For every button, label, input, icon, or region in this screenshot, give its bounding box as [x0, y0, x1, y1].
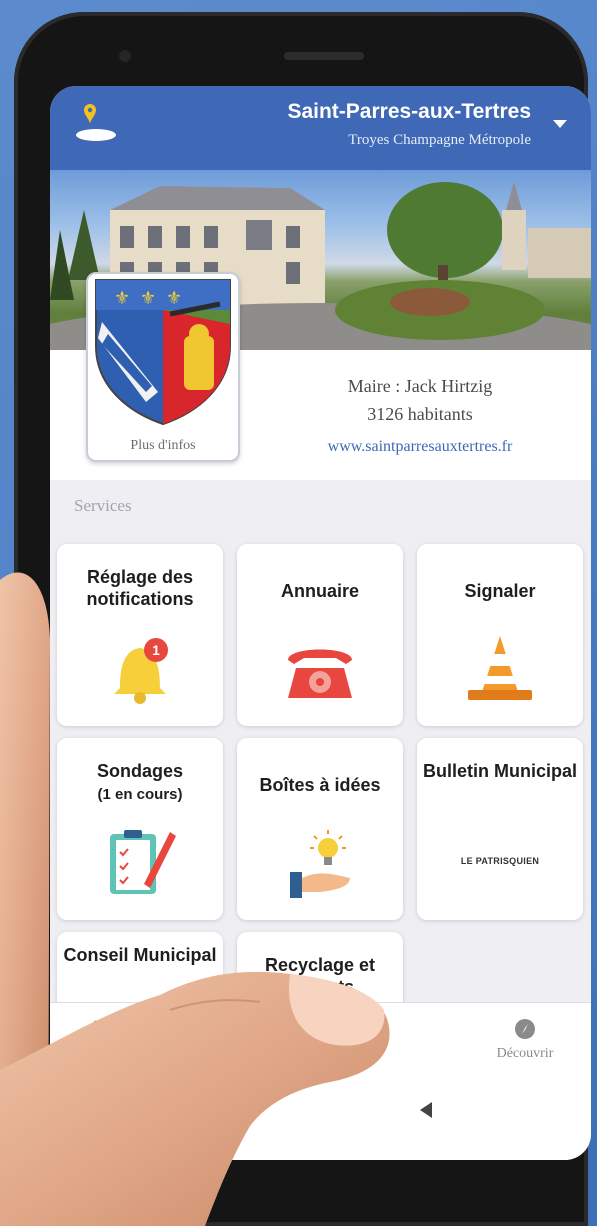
- clipboard-icon: [110, 830, 176, 894]
- card-title: Conseil Municipal: [63, 945, 217, 965]
- population-count: 3126 habitants: [367, 404, 473, 424]
- app-header: Saint-Parres-aux-Tertres Troyes Champagn…: [50, 86, 591, 170]
- chevron-down-icon[interactable]: [553, 120, 567, 128]
- service-card-bulletin[interactable]: Bulletin Municipal LE PATRISQUIEN: [417, 738, 583, 920]
- services-heading: Services: [74, 496, 132, 515]
- svg-text:⚜: ⚜: [114, 288, 130, 308]
- card-title: Bulletin Municipal: [423, 761, 578, 781]
- website-link[interactable]: www.saintparresauxtertres.fr: [280, 438, 560, 456]
- card-title: Signaler: [464, 581, 536, 601]
- traffic-cone-icon: [468, 636, 532, 700]
- app-screen: Saint-Parres-aux-Tertres Troyes Champagn…: [50, 86, 591, 1160]
- location-pin-icon[interactable]: [74, 104, 118, 144]
- service-card-boites-idees[interactable]: Boîtes à idées: [237, 738, 403, 920]
- coat-of-arms-icon: ⚜ ⚜ ⚜: [95, 279, 231, 426]
- service-card-annuaire[interactable]: Annuaire: [237, 544, 403, 726]
- service-card-notifications[interactable]: Réglage des notifications 1: [57, 544, 223, 726]
- compass-icon: [515, 1019, 535, 1039]
- card-title: Boîtes à idées: [259, 775, 381, 795]
- front-camera: [119, 50, 131, 62]
- card-title: Recyclage et déchets: [264, 955, 376, 997]
- nav-label: Servi: [88, 1046, 118, 1061]
- telephone-icon: [288, 649, 352, 698]
- town-subtitle: Troyes Champagne Métropole: [348, 132, 531, 148]
- coat-of-arms-card[interactable]: ⚜ ⚜ ⚜ Plus d'infos: [86, 272, 240, 462]
- service-card-signaler[interactable]: Signaler: [417, 544, 583, 726]
- card-title: Réglage des notifications: [86, 567, 194, 609]
- nav-services[interactable]: Servi: [68, 1017, 138, 1062]
- card-title: Annuaire: [280, 581, 359, 601]
- svg-text:⚜: ⚜: [140, 288, 156, 308]
- service-card-sondages[interactable]: Sondages (1 en cours): [57, 738, 223, 920]
- bottom-navigation: Servi Découvrir: [50, 1002, 591, 1081]
- newspaper-logo: LE PATRISQUIEN: [460, 856, 540, 866]
- speaker-grill: [284, 52, 364, 60]
- nav-decouvrir[interactable]: Découvrir: [480, 1017, 570, 1062]
- system-navigation-bar: [50, 1080, 591, 1160]
- services-icon: [94, 1019, 112, 1039]
- card-title: Sondages: [96, 761, 184, 781]
- town-name[interactable]: Saint-Parres-aux-Tertres: [287, 100, 531, 124]
- back-icon[interactable]: [420, 1102, 432, 1118]
- nav-label: Découvrir: [496, 1046, 554, 1061]
- phone-frame: Saint-Parres-aux-Tertres Troyes Champagn…: [14, 12, 591, 1226]
- more-info-label[interactable]: Plus d'infos: [88, 438, 238, 454]
- notification-badge: 1: [152, 642, 160, 658]
- card-subtitle: (1 en cours): [97, 786, 183, 803]
- lightbulb-hand-icon: [290, 830, 350, 898]
- mayor-name: Maire : Jack Hirtzig: [347, 376, 493, 396]
- bell-icon: 1: [114, 638, 168, 704]
- svg-text:⚜: ⚜: [166, 288, 182, 308]
